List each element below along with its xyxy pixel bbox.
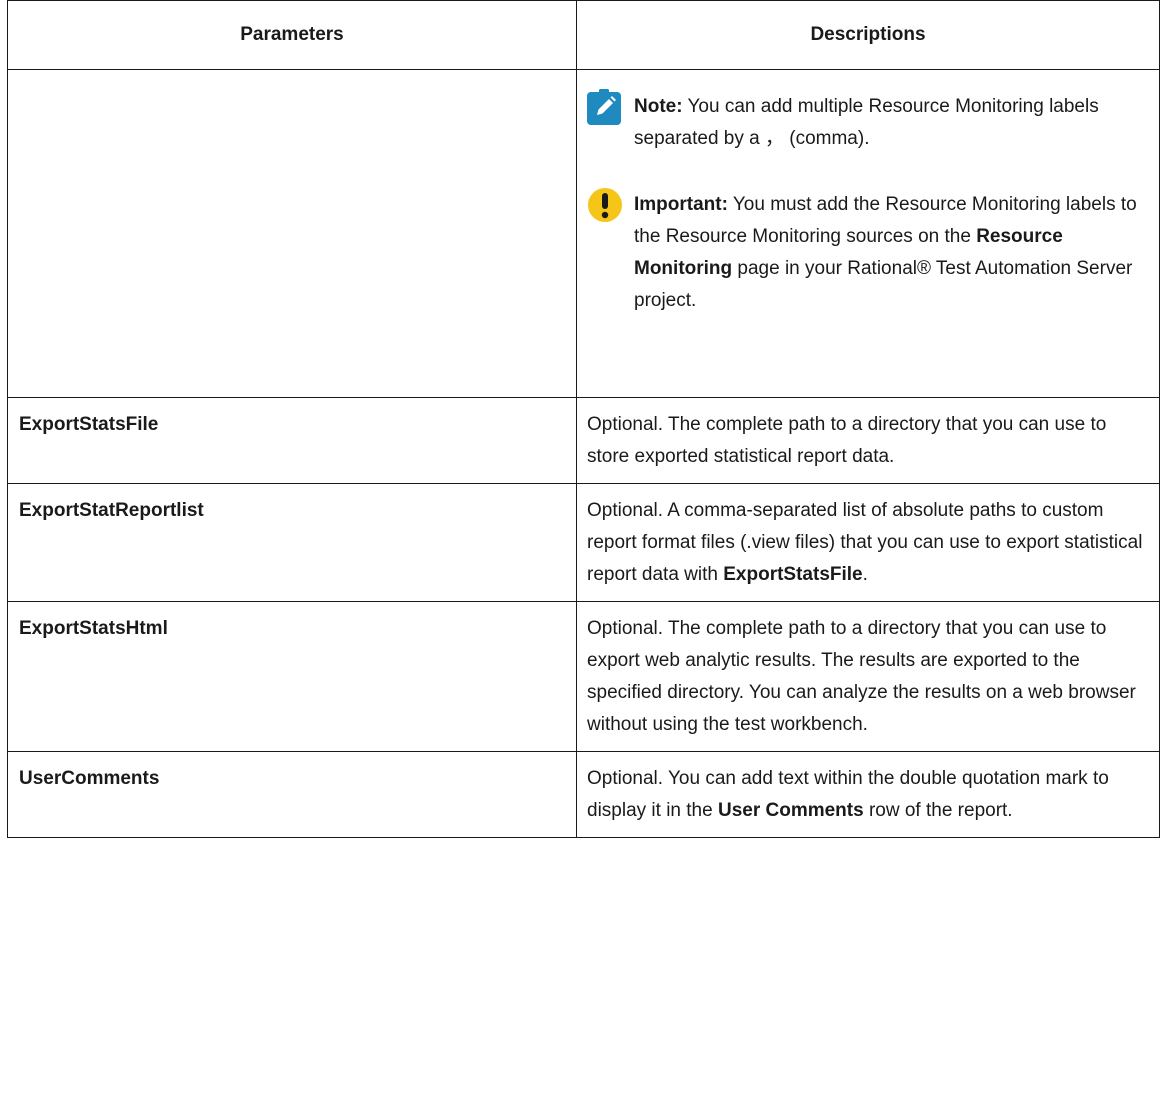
param-cell: ExportStatsHtml [7,601,577,752]
desc-text-end: row of the report. [863,800,1013,821]
important-text: Important: You must add the Resource Mon… [634,189,1143,317]
note-admonition: Note: You can add multiple Resource Moni… [587,81,1143,155]
param-cell: ExportStatReportlist [7,483,577,602]
desc-cell: Optional. The complete path to a directo… [576,601,1160,752]
note-label: Note: [634,96,683,117]
table-row: ExportStatsFile Optional. The complete p… [7,397,1160,484]
note-text: Note: You can add multiple Resource Moni… [634,91,1143,155]
param-cell: ExportStatsFile [7,397,577,484]
param-cell: UserComments [7,751,577,838]
parameters-table: Parameters Descriptions Note: You can ad… [7,0,1160,838]
important-label: Important: [634,194,728,215]
note-body: You can add multiple Resource Moni­torin… [634,96,1099,149]
desc-text-end: . [862,564,868,585]
table-row: UserComments Optional. You can add text … [7,751,1160,838]
desc-cell: Optional. The complete path to a directo… [576,397,1160,484]
note-pencil-icon [587,89,621,125]
table-header-row: Parameters Descriptions [7,0,1160,70]
important-admonition: Important: You must add the Resource Mon… [587,188,1143,317]
desc-cell: Optional. A comma-separated list of abso… [576,483,1160,602]
param-cell-empty [7,69,577,398]
important-exclamation-icon [588,188,622,222]
header-descriptions: Descriptions [576,0,1160,70]
desc-bold: User Comments [717,800,864,821]
desc-cell-admonitions: Note: You can add multiple Resource Moni… [576,69,1160,398]
table-row: ExportStatsHtml Optional. The complete p… [7,601,1160,752]
desc-bold: Export­StatsFile [723,564,863,585]
table-row: ExportStatReportlist Optional. A comma-s… [7,483,1160,602]
desc-cell: Optional. You can add text within the do… [576,751,1160,838]
table-row: Note: You can add multiple Resource Moni… [7,69,1160,398]
header-parameters: Parameters [7,0,577,70]
